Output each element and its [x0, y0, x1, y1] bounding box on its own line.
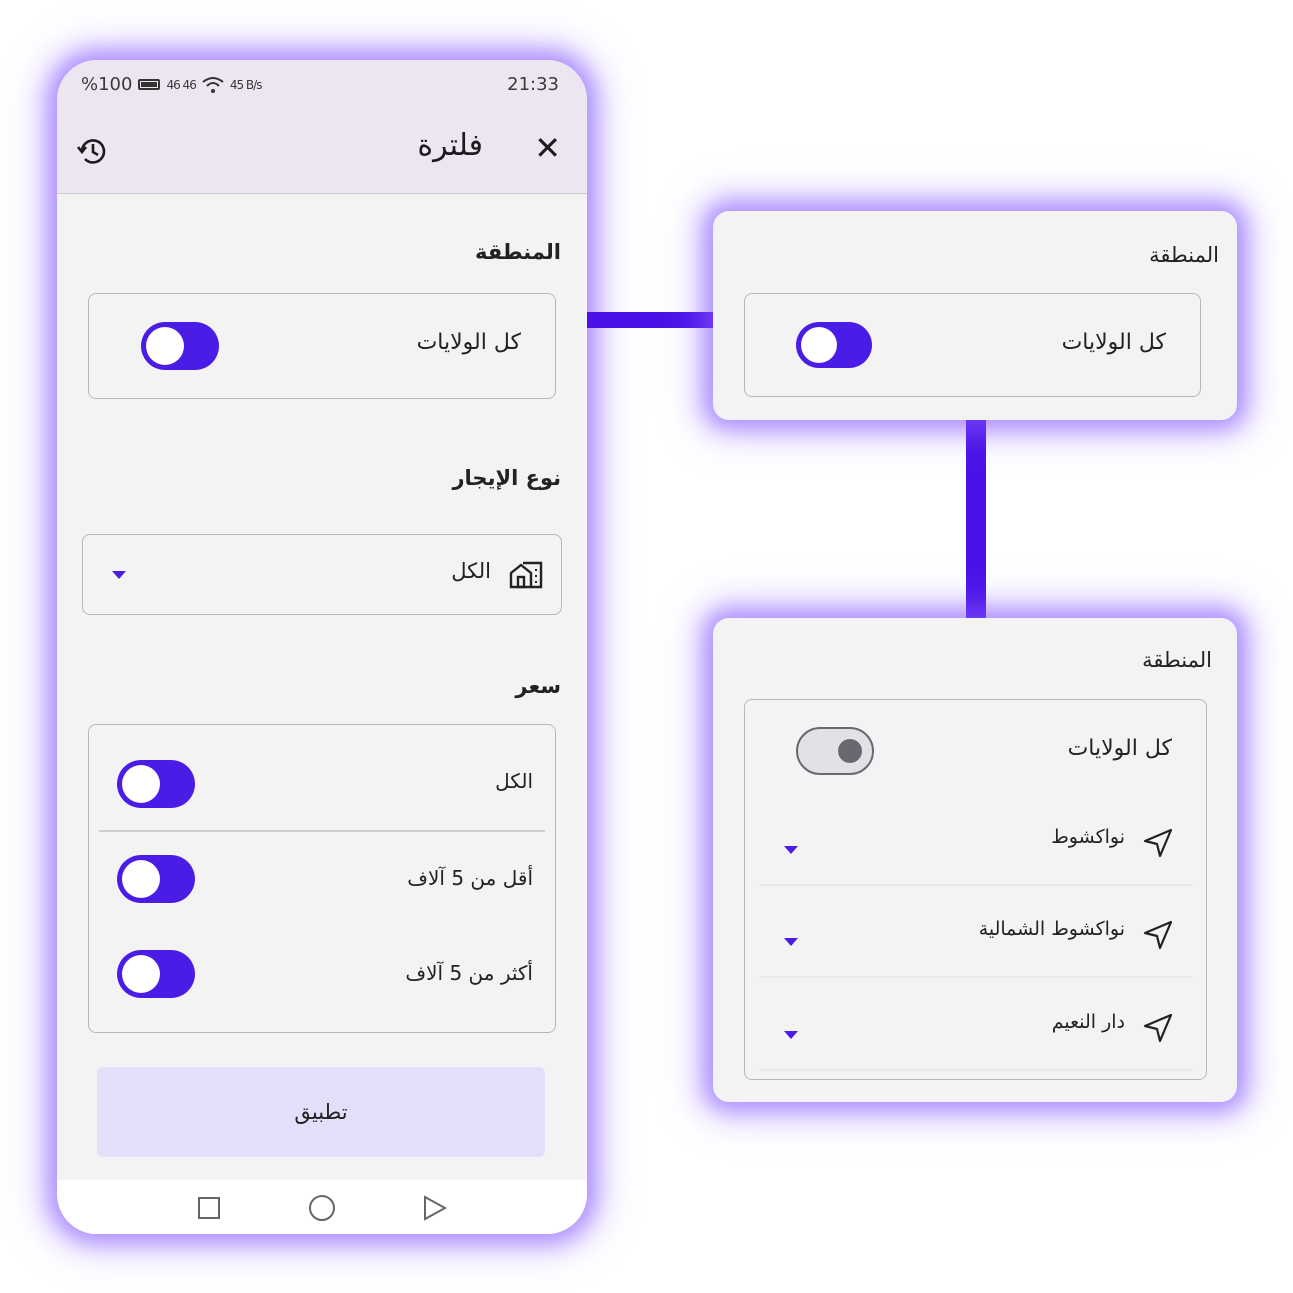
toggle-knob [838, 739, 862, 763]
price-label: سعر [515, 674, 561, 698]
app-bar: ✕ فلترة [57, 110, 587, 194]
toggle-knob [122, 860, 160, 898]
price-option-label: أقل من 5 آلاف [407, 866, 533, 890]
system-nav-bar [57, 1180, 587, 1234]
close-icon[interactable]: ✕ [534, 132, 561, 164]
location-name: نواكشوط الشمالية [978, 918, 1125, 940]
navigation-icon [1143, 920, 1173, 950]
navigation-icon [1143, 1013, 1173, 1043]
history-icon[interactable] [75, 134, 109, 168]
zoom-panel-bottom: المنطقة كل الولايات نواكشوط نواكشوط الشم… [713, 618, 1237, 1102]
status-bar: %100 46 46 45 B/s 21:33 [57, 60, 587, 110]
status-left: %100 46 46 45 B/s [81, 74, 263, 95]
price-under-5k-toggle[interactable] [117, 855, 195, 903]
price-option-label: الكل [495, 769, 533, 793]
price-card: الكل أقل من 5 آلاف أكثر من 5 آلاف [88, 724, 556, 1033]
building-icon [509, 561, 543, 589]
zoom-panel-top: المنطقة كل الولايات [713, 211, 1237, 420]
region-label: المنطقة [1149, 243, 1219, 267]
apply-button[interactable]: تطبيق [97, 1067, 545, 1157]
price-all-toggle[interactable] [117, 760, 195, 808]
battery-icon [138, 79, 161, 90]
region-card: كل الولايات [88, 293, 556, 399]
divider [759, 1069, 1193, 1071]
divider [759, 976, 1193, 978]
phone-screen: %100 46 46 45 B/s 21:33 ✕ فلترة المنطقة … [57, 60, 587, 1234]
region-label: المنطقة [1142, 648, 1212, 672]
all-states-label: كل الولايات [1067, 736, 1172, 761]
toggle-knob [122, 955, 160, 993]
location-item[interactable]: دار النعيم [759, 985, 1193, 1071]
battery-percent: %100 [81, 74, 133, 95]
divider [99, 830, 545, 832]
location-name: نواكشوط [1051, 826, 1125, 848]
chevron-down-icon [784, 846, 798, 854]
location-item[interactable]: نواكشوط [759, 800, 1193, 886]
toggle-knob [122, 765, 160, 803]
region-label: المنطقة [474, 240, 561, 264]
rent-type-label: نوع الإيجار [452, 466, 561, 490]
all-states-label: كل الولايات [1061, 330, 1166, 355]
rent-type-dropdown[interactable]: الكل [82, 534, 562, 615]
signal-icon: 46 46 [166, 77, 196, 92]
page-title: فلترة [417, 128, 483, 163]
chevron-down-icon [784, 938, 798, 946]
wifi-icon [202, 76, 224, 93]
clock: 21:33 [507, 74, 559, 95]
navigation-icon [1143, 828, 1173, 858]
all-states-toggle[interactable] [141, 322, 219, 370]
network-speed: 45 B/s [229, 77, 263, 92]
connector-vertical [966, 420, 986, 618]
price-option-label: أكثر من 5 آلاف [405, 961, 533, 985]
rent-type-value: الكل [451, 559, 491, 583]
all-states-toggle[interactable] [796, 322, 872, 368]
all-states-label: كل الولايات [416, 330, 521, 355]
recents-icon[interactable] [198, 1197, 220, 1219]
back-icon[interactable] [423, 1195, 447, 1221]
home-icon[interactable] [309, 1195, 335, 1221]
chevron-down-icon [112, 571, 126, 579]
location-name: دار النعيم [1051, 1011, 1125, 1033]
location-item[interactable]: نواكشوط الشمالية [759, 892, 1193, 978]
connector-horizontal [587, 312, 713, 328]
region-card: كل الولايات [744, 293, 1201, 397]
chevron-down-icon [784, 1031, 798, 1039]
price-over-5k-toggle[interactable] [117, 950, 195, 998]
region-card-expanded: كل الولايات نواكشوط نواكشوط الشمالية دار… [744, 699, 1207, 1080]
toggle-knob [146, 327, 184, 365]
all-states-toggle[interactable] [796, 727, 874, 775]
divider [759, 884, 1193, 886]
toggle-knob [801, 327, 837, 363]
